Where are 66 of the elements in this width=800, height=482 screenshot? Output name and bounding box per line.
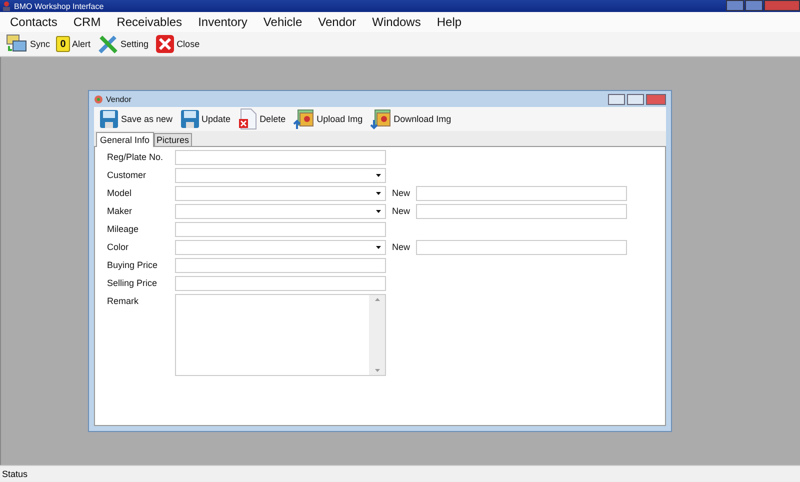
field-label: Maker — [107, 205, 134, 218]
input-field[interactable] — [416, 240, 627, 255]
dropdown-field[interactable] — [175, 240, 386, 255]
minimize-button[interactable] — [726, 0, 744, 11]
field-label: Selling Price — [107, 277, 158, 290]
minimize-button[interactable] — [608, 94, 625, 104]
input-field[interactable] — [175, 258, 386, 273]
scroll-up-icon[interactable] — [374, 298, 380, 301]
toolbar-button[interactable]: Setting — [94, 33, 151, 55]
floppy-icon — [180, 109, 200, 129]
field-label: New — [392, 205, 412, 218]
menu-item[interactable]: Vendor — [310, 15, 364, 29]
toolbar-button[interactable]: Sync — [4, 34, 52, 54]
field-label: Color — [107, 241, 130, 254]
image-download-icon — [370, 108, 392, 130]
field-label: New — [392, 241, 412, 254]
maximize-button[interactable] — [627, 94, 644, 104]
scrollbar[interactable] — [369, 295, 385, 375]
floppy-icon — [99, 109, 119, 129]
close-button[interactable] — [764, 0, 800, 11]
menu-item[interactable]: Contacts — [2, 15, 66, 29]
window-title: BMO Workshop Interface — [14, 2, 104, 10]
input-field[interactable] — [175, 222, 386, 237]
field-label: Buying Price — [107, 259, 159, 272]
field-label: Customer — [107, 169, 148, 182]
menu-item[interactable]: Inventory — [190, 15, 256, 29]
status-text: Status — [0, 465, 800, 482]
alert-badge: 0 — [56, 36, 70, 52]
image-upload-icon — [292, 108, 315, 130]
remark-field[interactable] — [175, 294, 386, 376]
monitors-icon — [6, 34, 28, 54]
menu-item[interactable]: Windows — [364, 15, 429, 29]
dropdown-field[interactable] — [175, 168, 386, 183]
app-icon — [2, 1, 11, 11]
field-label: Reg/Plate No. — [107, 151, 164, 164]
caret-icon — [376, 246, 381, 249]
toolbar-button[interactable]: Save as new — [97, 109, 175, 129]
toolbar-button[interactable]: Update — [178, 109, 233, 129]
menu-item[interactable]: CRM — [65, 15, 109, 29]
caret-icon — [376, 174, 381, 177]
menu-item[interactable]: Receivables — [108, 15, 190, 29]
maximize-button[interactable] — [745, 0, 763, 11]
close-button[interactable] — [646, 94, 666, 104]
window-title: Vendor — [106, 94, 132, 104]
input-field[interactable] — [175, 150, 386, 165]
input-field[interactable] — [416, 204, 627, 219]
field-label: Mileage — [107, 223, 140, 236]
dropdown-field[interactable] — [175, 204, 386, 219]
menu-item[interactable]: Help — [428, 15, 470, 29]
dropdown-field[interactable] — [175, 186, 386, 201]
input-field[interactable] — [175, 276, 386, 291]
toolbar-button[interactable]: 0 Alert — [54, 36, 93, 52]
field-label: Model — [107, 187, 133, 200]
tab[interactable]: Pictures — [154, 133, 192, 146]
field-label: New — [392, 187, 412, 200]
caret-icon — [376, 210, 381, 213]
menu-item[interactable]: Vehicle — [255, 15, 310, 29]
tab[interactable]: General Info — [96, 132, 154, 147]
toolbar-button[interactable]: Upload Img — [290, 108, 365, 130]
field-label: Remark — [107, 295, 140, 308]
toolbar-button[interactable]: Delete — [236, 108, 288, 130]
caret-icon — [376, 192, 381, 195]
scroll-down-icon[interactable] — [374, 369, 380, 372]
toolbar-button[interactable]: Close — [152, 34, 202, 54]
toolbar-button[interactable]: Download Img — [368, 108, 454, 130]
input-field[interactable] — [416, 186, 627, 201]
